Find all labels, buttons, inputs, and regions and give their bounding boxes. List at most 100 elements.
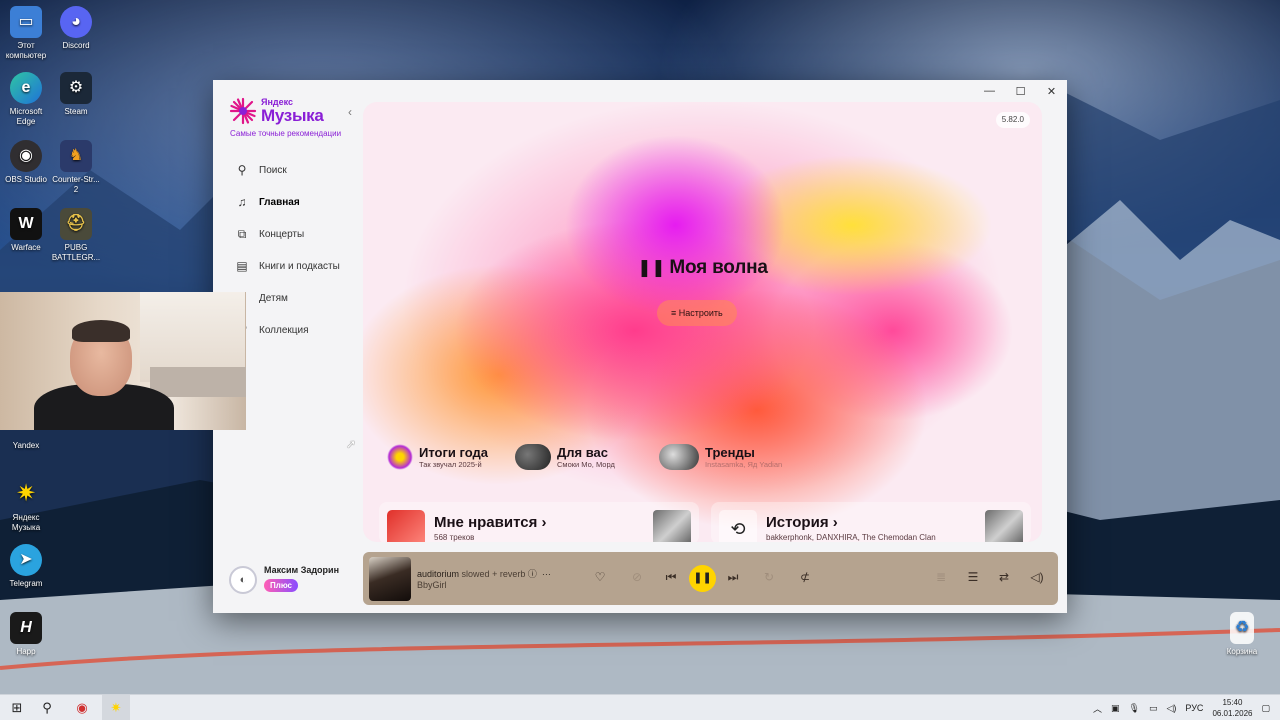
app-logo[interactable]: Яндекс Музыка Самые точные рекомендации — [229, 97, 359, 142]
collapse-sidebar-icon[interactable]: ‹ — [348, 105, 352, 119]
taskbar: ⊞ ⚲ ◉ ✷ ︿ ▣ 🎙 ▭ ◁) РУС 15:40 06.01.2026 … — [0, 694, 1280, 720]
sidebar-item-concerts[interactable]: ⧉ Концерты — [233, 218, 340, 250]
sidebar-item-label: Поиск — [259, 164, 287, 176]
sound-settings-icon[interactable]: ⇄ — [996, 570, 1012, 584]
sidebar-item-home[interactable]: ♫ Главная — [233, 186, 340, 218]
desktop-icon-label: Happ — [16, 647, 36, 656]
desktop-icon-label: Discord — [62, 41, 90, 50]
artists-avatar — [659, 444, 699, 470]
like-icon[interactable]: ♡ — [592, 570, 608, 584]
desktop-icon-label: Яндекс Музыка — [11, 513, 41, 532]
sidebar-item-search[interactable]: ⚲ Поиск — [233, 154, 340, 186]
lyrics-icon[interactable]: ≣ — [933, 570, 949, 584]
edge-icon: e — [10, 72, 42, 104]
quick-link-for-you[interactable]: Для вас Смоки Мо, Морд — [515, 442, 615, 472]
no-lyrics-icon[interactable]: ⊄ — [797, 570, 813, 584]
desktop-icon-label: Steam — [64, 107, 88, 116]
album-cover — [653, 510, 691, 542]
avatar[interactable]: ◐ — [229, 566, 257, 594]
desktop-icon-discord[interactable]: ◕ Discord — [50, 6, 102, 51]
desktop-icon-yandex[interactable]: Yandex — [0, 430, 52, 451]
track-version: slowed + reverb — [461, 569, 526, 579]
sidebar-item-kids[interactable]: ☺ Детям — [233, 282, 340, 314]
search-icon[interactable]: ⚲ — [34, 695, 60, 720]
desktop-icon-yandex-music[interactable]: ✷ Яндекс Музыка — [0, 478, 52, 533]
maximize-button[interactable]: ☐ — [1005, 80, 1036, 102]
tray-chevron-icon[interactable]: ︿ — [1093, 702, 1102, 715]
system-tray: ︿ ▣ 🎙 ▭ ◁) РУС 15:40 06.01.2026 ▢ — [1093, 695, 1270, 720]
pause-button[interactable]: ❚❚ — [689, 565, 716, 592]
desktop-icon-obs[interactable]: ◉ OBS Studio — [0, 140, 52, 185]
quick-link-trends[interactable]: Тренды Instasamka, Яд Yadian — [659, 442, 782, 472]
tile-history[interactable]: ⟲ История › bakkerphonk, DANXHIRA, The C… — [711, 502, 1031, 542]
taskbar-app-yandex-music-icon[interactable]: ✷ — [102, 695, 130, 720]
tune-wave-button[interactable]: ≡ Настроить — [657, 300, 737, 326]
version-badge: 5.82.0 — [995, 112, 1030, 128]
notifications-icon[interactable]: ▢ — [1261, 703, 1270, 714]
desktop-icon-pubg[interactable]: ⛑ PUBG BATTLEGR... — [50, 208, 102, 263]
close-button[interactable]: ✕ — [1036, 80, 1067, 102]
desktop-icon-label: Yandex — [12, 441, 40, 450]
volume-icon[interactable]: ◁) — [1166, 703, 1176, 714]
taskbar-app-obs-icon[interactable]: ◉ — [68, 695, 96, 720]
tray-app-icon[interactable]: ▣ — [1111, 703, 1120, 714]
track-title[interactable]: auditorium slowed + reverb ⓘ ··· — [417, 567, 551, 580]
track-name: auditorium — [417, 569, 460, 579]
sidebar-item-books-podcasts[interactable]: ▤ Книги и подкасты — [233, 250, 340, 282]
desktop-icon-label: Корзина — [1226, 647, 1258, 656]
quick-link-title: Тренды — [705, 444, 755, 460]
clock-date: 06.01.2026 — [1212, 709, 1253, 718]
volume-icon[interactable]: ◁) — [1029, 570, 1045, 584]
quick-link-title: Итоги года — [419, 444, 488, 460]
recycle-bin-icon: ♻ — [1230, 612, 1254, 644]
track-artist[interactable]: BbyGirl — [417, 580, 447, 590]
network-icon[interactable]: ▭ — [1149, 703, 1158, 714]
webcam-background — [150, 367, 246, 397]
repeat-icon[interactable]: ↻ — [761, 570, 777, 584]
clock-time: 15:40 — [1222, 698, 1243, 707]
ticket-icon: ⧉ — [237, 226, 247, 241]
desktop-icon-recycle-bin[interactable]: ♻ Корзина — [1216, 612, 1268, 657]
sidebar-item-label: Главная — [259, 196, 300, 208]
sidebar-item-label: Книги и подкасты — [259, 260, 340, 272]
sidebar-nav: ⚲ Поиск ♫ Главная ⧉ Концерты ▤ Книги и п… — [233, 154, 340, 346]
settings-sliders-icon: ≡ — [671, 308, 679, 318]
desktop-icon-counter-strike[interactable]: ♞ Counter-Str... 2 — [50, 140, 102, 195]
desktop-icon-telegram[interactable]: ➤ Telegram — [0, 544, 52, 589]
user-profile[interactable]: ◐ Максим Задорин Плюс — [229, 563, 359, 597]
desktop-icon-edge[interactable]: e Microsoft Edge — [0, 72, 52, 127]
queue-icon[interactable]: ☰ — [965, 570, 981, 584]
quick-link-subtitle: Смоки Мо, Морд — [557, 459, 615, 469]
next-icon[interactable]: ⏭ — [725, 570, 741, 585]
desktop-icon-computer[interactable]: ▭ Этот компьютер — [0, 6, 52, 61]
tile-liked[interactable]: Мне нравится › 568 треков — [379, 502, 699, 542]
sidebar-item-collection[interactable]: ♡ Коллекция — [233, 314, 340, 346]
windows-start-icon[interactable]: ⊞ — [4, 695, 30, 720]
info-icon[interactable]: ⓘ — [528, 569, 537, 579]
my-wave-hero[interactable]: 5.82.0 ❚❚ Моя волна ≡ Настроить Итоги год… — [363, 102, 1042, 542]
microphone-icon[interactable]: 🎙 — [1129, 703, 1140, 714]
track-cover[interactable] — [369, 557, 411, 601]
desktop-icon-happ[interactable]: H Happ — [0, 612, 52, 657]
my-wave-title[interactable]: ❚❚ Моя волна — [363, 257, 1042, 279]
language-indicator[interactable]: РУС — [1185, 703, 1203, 713]
more-icon[interactable]: ··· — [539, 569, 551, 579]
user-name: Максим Задорин — [264, 565, 340, 575]
previous-icon[interactable]: ⏮ — [663, 570, 679, 585]
desktop-icon-label: OBS Studio — [5, 175, 47, 184]
player-bar: auditorium slowed + reverb ⓘ ··· BbyGirl… — [363, 552, 1058, 605]
year-summary-icon — [387, 444, 413, 470]
tile-title: Мне нравится › — [434, 514, 547, 531]
pause-icon: ❚❚ — [637, 258, 666, 277]
webcam-overlay — [0, 292, 246, 430]
dislike-icon[interactable]: ⊘ — [629, 570, 645, 584]
yandex-browser-icon — [10, 430, 42, 438]
tile-subtitle: 568 треков — [434, 533, 475, 542]
clock[interactable]: 15:40 06.01.2026 — [1212, 697, 1252, 719]
desktop-icon-warface[interactable]: W Warface — [0, 208, 52, 253]
desktop-icon-steam[interactable]: ⚙ Steam — [50, 72, 102, 117]
plus-badge[interactable]: Плюс — [264, 579, 299, 592]
minimize-button[interactable]: — — [974, 80, 1005, 102]
quick-link-year-summary[interactable]: Итоги года Так звучал 2025-й — [387, 442, 488, 472]
mouse-cursor-icon: ➚ — [346, 437, 357, 451]
